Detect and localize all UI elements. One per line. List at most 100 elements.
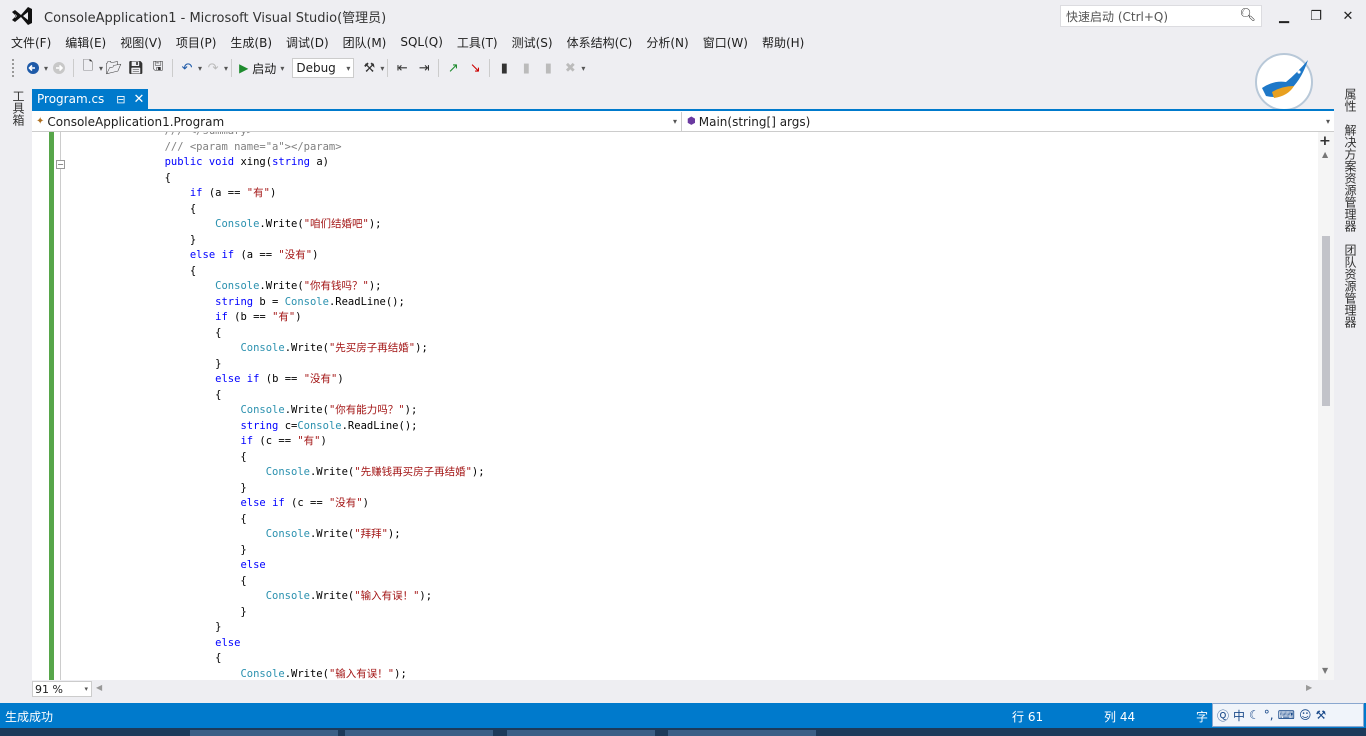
- code-line[interactable]: Console.Write("输入有误！");: [114, 667, 485, 681]
- next-bookmark-icon[interactable]: ▮: [537, 57, 559, 79]
- zoom-select[interactable]: 91 % ▾: [32, 681, 92, 697]
- pin-icon[interactable]: ⊟: [116, 93, 125, 106]
- code-line[interactable]: else: [114, 636, 485, 652]
- menu-debug[interactable]: 调试(D): [279, 34, 336, 51]
- code-line[interactable]: }: [114, 481, 485, 497]
- code-line[interactable]: else if (a == "没有"): [114, 248, 485, 264]
- code-line[interactable]: }: [114, 233, 485, 249]
- solution-configuration-select[interactable]: Debug ▾: [292, 58, 355, 78]
- user-icon[interactable]: ☺: [1299, 708, 1312, 722]
- member-dropdown[interactable]: ⬢ Main(string[] args) ▾: [683, 112, 1334, 131]
- search-icon[interactable]: 🔍︎: [1239, 8, 1256, 23]
- chevron-down-icon[interactable]: ▾: [224, 64, 228, 73]
- bookmark-icon[interactable]: ▮: [493, 57, 515, 79]
- scroll-right-icon[interactable]: ▶: [1306, 683, 1312, 692]
- open-file-icon[interactable]: 📂︎: [103, 57, 125, 79]
- menu-test[interactable]: 测试(S): [505, 34, 560, 51]
- code-line[interactable]: Console.Write("你有能力吗？");: [114, 403, 485, 419]
- tab-program-cs[interactable]: Program.cs ⊟ ✕: [32, 89, 148, 109]
- clear-bookmarks-icon[interactable]: ✖: [559, 57, 581, 79]
- code-line[interactable]: Console.Write("先赚钱再买房子再结婚");: [114, 465, 485, 481]
- taskbar-item[interactable]: [190, 730, 338, 736]
- menu-sql[interactable]: SQL(Q): [393, 35, 450, 49]
- code-line[interactable]: {: [114, 171, 485, 187]
- comment-icon[interactable]: ↗: [442, 57, 464, 79]
- collapse-toggle-icon[interactable]: −: [56, 160, 65, 169]
- menu-analyze[interactable]: 分析(N): [639, 34, 695, 51]
- taskbar-item[interactable]: [507, 730, 655, 736]
- code-line[interactable]: {: [114, 512, 485, 528]
- ime-logo-icon[interactable]: Ⓠ: [1217, 707, 1229, 724]
- minimize-button[interactable]: ▁: [1268, 0, 1300, 32]
- code-line[interactable]: Console.Write("输入有误！");: [114, 589, 485, 605]
- code-editor[interactable]: − /// </summary> /// <param name="a"></p…: [32, 132, 1318, 680]
- ime-language[interactable]: 中: [1233, 707, 1245, 724]
- navigate-back-button[interactable]: [22, 57, 44, 79]
- vertical-scrollbar[interactable]: ➕︎ ▲ ▼: [1318, 132, 1334, 680]
- code-line[interactable]: if (a == "有"): [114, 186, 485, 202]
- code-line[interactable]: Console.Write("你有钱吗？");: [114, 279, 485, 295]
- code-line[interactable]: Console.Write("咱们结婚吧");: [114, 217, 485, 233]
- scrollbar-thumb[interactable]: [1322, 236, 1330, 406]
- split-window-icon[interactable]: ➕︎: [1320, 134, 1330, 149]
- decrease-indent-icon[interactable]: ⇤: [391, 57, 413, 79]
- find-in-files-icon[interactable]: ⚒: [358, 57, 380, 79]
- chevron-down-icon[interactable]: ▾: [581, 64, 585, 73]
- team-explorer-tab[interactable]: 团队资源管理器: [1342, 244, 1359, 328]
- code-line[interactable]: {: [114, 651, 485, 667]
- toolbox-tab[interactable]: 工具箱: [10, 90, 27, 126]
- undo-icon[interactable]: ↶: [176, 57, 198, 79]
- new-project-icon[interactable]: 🗋︎: [77, 57, 99, 79]
- menu-view[interactable]: 视图(V): [113, 34, 169, 51]
- menu-project[interactable]: 项目(P): [169, 34, 224, 51]
- code-line[interactable]: {: [114, 574, 485, 590]
- save-icon[interactable]: 💾︎: [125, 57, 147, 79]
- code-line[interactable]: {: [114, 326, 485, 342]
- code-line[interactable]: else if (c == "没有"): [114, 496, 485, 512]
- type-dropdown[interactable]: ✦ ConsoleApplication1.Program ▾: [32, 112, 682, 131]
- code-line[interactable]: string c=Console.ReadLine();: [114, 419, 485, 435]
- menu-window[interactable]: 窗口(W): [696, 34, 755, 51]
- scroll-up-icon[interactable]: ▲: [1322, 150, 1328, 159]
- save-all-icon[interactable]: 🖫︎: [147, 57, 169, 79]
- increase-indent-icon[interactable]: ⇥: [413, 57, 435, 79]
- code-line[interactable]: }: [114, 543, 485, 559]
- properties-tab[interactable]: 属性: [1342, 88, 1359, 112]
- code-line[interactable]: }: [114, 357, 485, 373]
- restore-button[interactable]: ❐: [1300, 0, 1332, 32]
- code-line[interactable]: public void xing(string a): [114, 155, 485, 171]
- settings-icon[interactable]: ⚒: [1315, 708, 1326, 722]
- code-line[interactable]: else if (b == "没有"): [114, 372, 485, 388]
- code-text[interactable]: /// </summary> /// <param name="a"></par…: [114, 132, 485, 680]
- redo-icon[interactable]: ↷: [202, 57, 224, 79]
- code-line[interactable]: if (c == "有"): [114, 434, 485, 450]
- menu-edit[interactable]: 编辑(E): [58, 34, 113, 51]
- code-line[interactable]: else: [114, 558, 485, 574]
- menu-architecture[interactable]: 体系结构(C): [560, 34, 640, 51]
- close-icon[interactable]: ✕: [134, 92, 145, 107]
- start-debugging-button[interactable]: ▶ 启动 ▾: [235, 60, 288, 77]
- uncomment-icon[interactable]: ↘: [464, 57, 486, 79]
- code-line[interactable]: /// </summary>: [114, 132, 485, 140]
- menu-tools[interactable]: 工具(T): [450, 34, 505, 51]
- toolbar-grip[interactable]: [12, 59, 16, 77]
- menu-build[interactable]: 生成(B): [223, 34, 279, 51]
- chevron-down-icon[interactable]: ▾: [380, 64, 384, 73]
- moon-icon[interactable]: ☾: [1249, 708, 1260, 722]
- menu-team[interactable]: 团队(M): [336, 34, 394, 51]
- code-line[interactable]: {: [114, 202, 485, 218]
- close-button[interactable]: ✕: [1332, 0, 1364, 32]
- quick-launch-input[interactable]: 快速启动 (Ctrl+Q) 🔍︎: [1060, 5, 1262, 27]
- menu-help[interactable]: 帮助(H): [755, 34, 811, 51]
- previous-bookmark-icon[interactable]: ▮: [515, 57, 537, 79]
- code-line[interactable]: {: [114, 450, 485, 466]
- code-line[interactable]: }: [114, 605, 485, 621]
- scroll-down-icon[interactable]: ▼: [1322, 666, 1328, 675]
- code-line[interactable]: string b = Console.ReadLine();: [114, 295, 485, 311]
- scroll-left-icon[interactable]: ◀: [96, 683, 102, 692]
- solution-explorer-tab[interactable]: 解决方案资源管理器: [1342, 124, 1359, 232]
- menu-file[interactable]: 文件(F): [4, 34, 58, 51]
- code-line[interactable]: {: [114, 264, 485, 280]
- code-line[interactable]: }: [114, 620, 485, 636]
- code-line[interactable]: Console.Write("拜拜");: [114, 527, 485, 543]
